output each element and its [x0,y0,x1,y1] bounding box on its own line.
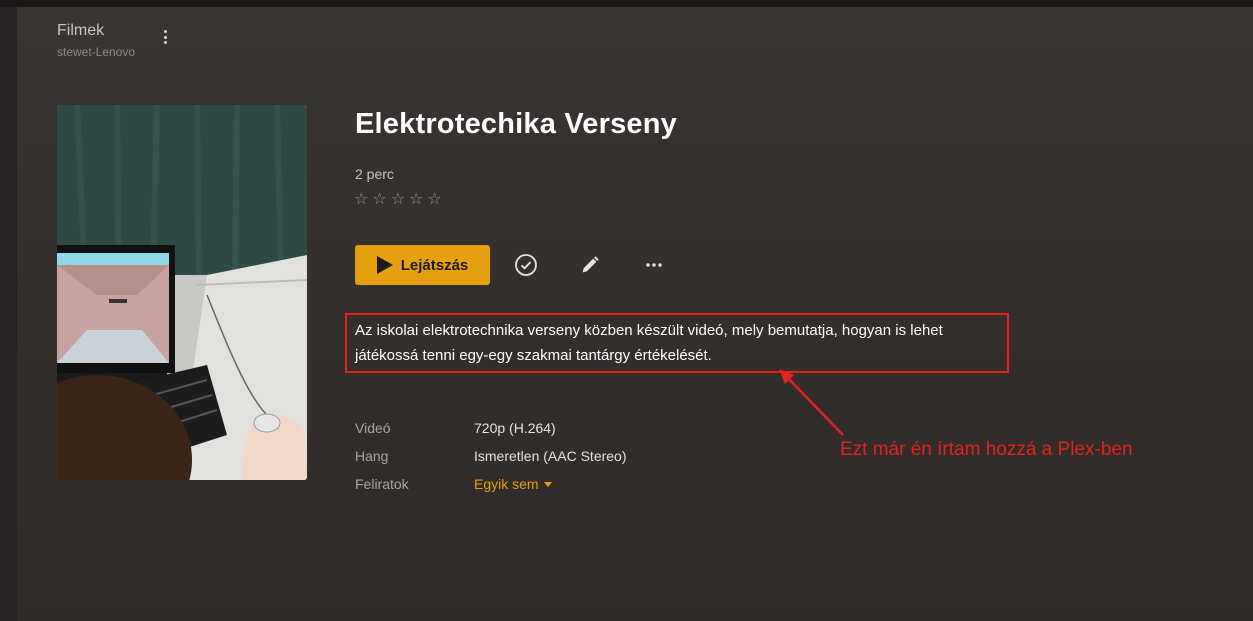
subtitles-label: Feliratok [355,476,409,492]
video-label: Videó [355,420,391,436]
subtitles-dropdown[interactable]: Egyik sem [474,476,552,492]
subtitles-value: Egyik sem [474,476,539,492]
chevron-down-icon [543,482,552,487]
top-bar [0,0,1253,7]
annotation-arrow [779,369,844,436]
annotation-text: Ezt már én írtam hozzá a Plex-ben [840,439,1133,460]
main-content: Filmek stewet-Lenovo Elektrotechika Vers… [17,7,1253,621]
audio-value: Ismeretlen (AAC Stereo) [474,448,627,464]
left-sidebar-rail [0,7,17,621]
audio-label: Hang [355,448,389,464]
video-value: 720p (H.264) [474,420,556,436]
